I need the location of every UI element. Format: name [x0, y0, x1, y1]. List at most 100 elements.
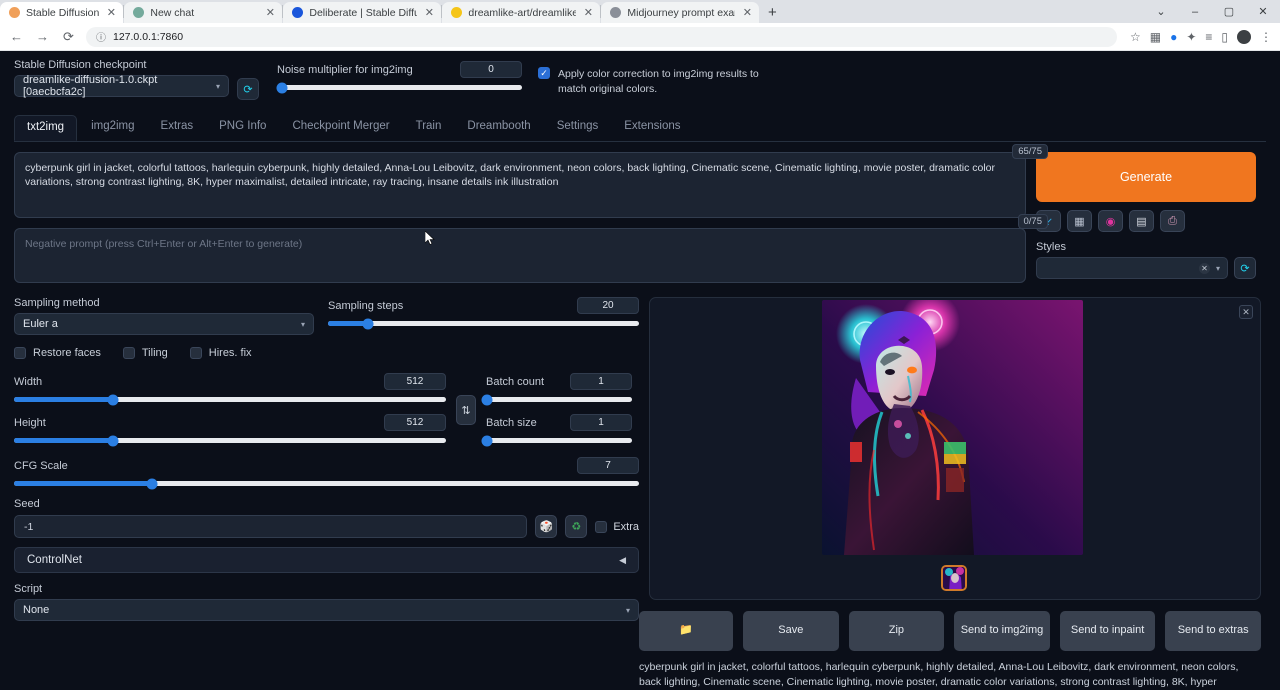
tiling-toggle[interactable]: Tiling	[123, 347, 168, 359]
clear-prompt-button[interactable]: ▦	[1067, 210, 1092, 232]
restore-faces-toggle[interactable]: Restore faces	[14, 347, 101, 359]
batch-size-slider[interactable]	[486, 438, 632, 443]
sampling-steps-slider[interactable]	[328, 321, 639, 326]
checkpoint-select[interactable]: dreamlike-diffusion-1.0.ckpt [0aecbcfa2c…	[14, 75, 229, 97]
tab-checkpoint-merger[interactable]: Checkpoint Merger	[280, 115, 401, 141]
browser-tab[interactable]: Stable Diffusion ✕	[0, 2, 123, 23]
slider-knob[interactable]	[482, 394, 493, 405]
tab-img2img[interactable]: img2img	[79, 115, 146, 141]
tab-close-icon[interactable]: ✕	[264, 6, 276, 19]
reload-icon[interactable]: ⟳	[60, 29, 77, 45]
reuse-seed-button[interactable]: ♻	[565, 515, 587, 538]
tab-train[interactable]: Train	[404, 115, 454, 141]
browser-tab[interactable]: Midjourney prompt examples : L ✕	[601, 2, 759, 23]
browser-tab[interactable]: New chat ✕	[124, 2, 282, 23]
color-correction-checkbox[interactable]: ✓	[538, 67, 550, 79]
batch-count-slider[interactable]	[486, 397, 632, 402]
reading-list-icon[interactable]: ≡	[1205, 30, 1212, 44]
forward-icon[interactable]: →	[34, 29, 51, 44]
width-slider[interactable]	[14, 397, 446, 402]
cfg-scale-slider[interactable]	[14, 481, 639, 486]
script-select[interactable]: None ▾	[14, 599, 639, 621]
tab-close-icon[interactable]: ✕	[105, 6, 117, 19]
slider-knob[interactable]	[363, 318, 374, 329]
save-style-button[interactable]: ⎙	[1160, 210, 1185, 232]
tab-close-icon[interactable]: ✕	[423, 6, 435, 19]
refresh-styles-button[interactable]: ⟳	[1234, 257, 1256, 279]
seed-input[interactable]: -1	[14, 515, 527, 538]
minimize-button[interactable]: –	[1178, 6, 1212, 18]
tab-dreambooth[interactable]: Dreambooth	[455, 115, 542, 141]
random-seed-button[interactable]: 🎲	[535, 515, 557, 538]
extra-seed-toggle[interactable]: Extra	[595, 521, 639, 533]
noise-slider[interactable]	[277, 85, 522, 90]
apply-style-button[interactable]: ▤	[1129, 210, 1154, 232]
gallery-thumbnail[interactable]	[941, 565, 967, 591]
send-to-inpaint-button[interactable]: Send to inpaint	[1060, 611, 1156, 651]
styles-select[interactable]: ✕ ▾	[1036, 257, 1228, 279]
browser-tab[interactable]: Deliberate | Stable Diffusion Che ✕	[283, 2, 441, 23]
hires-fix-checkbox[interactable]	[190, 347, 202, 359]
negative-prompt-input[interactable]: Negative prompt (press Ctrl+Enter or Alt…	[14, 228, 1026, 283]
tiling-checkbox[interactable]	[123, 347, 135, 359]
side-panel-icon[interactable]: ▯	[1221, 30, 1228, 44]
tab-png-info[interactable]: PNG Info	[207, 115, 278, 141]
slider-knob[interactable]	[482, 435, 493, 446]
extra-networks-button[interactable]: ◉	[1098, 210, 1123, 232]
batch-count-value[interactable]: 1	[570, 373, 632, 390]
close-icon[interactable]: ✕	[1239, 305, 1253, 319]
gallery-thumbnail-art	[943, 567, 967, 591]
tab-txt2img[interactable]: txt2img	[14, 115, 77, 141]
avatar-icon[interactable]	[1237, 30, 1251, 44]
send-to-extras-button[interactable]: Send to extras	[1165, 611, 1261, 651]
extensions-icon[interactable]: ▦	[1150, 30, 1161, 44]
menu-icon[interactable]: ⋮	[1260, 30, 1272, 44]
back-icon[interactable]: ←	[8, 29, 25, 44]
cfg-scale-value[interactable]: 7	[577, 457, 639, 474]
address-bar[interactable]: ⓘ 127.0.0.1:7860	[86, 27, 1117, 47]
controlnet-accordion[interactable]: ControlNet ◀	[14, 547, 639, 573]
slider-knob[interactable]	[108, 394, 119, 405]
tab-extras[interactable]: Extras	[149, 115, 206, 141]
close-window-button[interactable]: ✕	[1246, 5, 1280, 18]
tab-close-icon[interactable]: ✕	[582, 6, 594, 19]
tab-search-icon[interactable]: ⌄	[1144, 5, 1178, 18]
chevron-down-icon[interactable]: ▾	[1216, 264, 1220, 273]
maximize-button[interactable]: ▢	[1212, 5, 1246, 18]
open-folder-button[interactable]: 📁	[639, 611, 733, 651]
tab-title: Midjourney prompt examples : L	[627, 7, 735, 19]
sampling-steps-value[interactable]: 20	[577, 297, 639, 314]
new-tab-button[interactable]: +	[759, 2, 785, 23]
clear-icon[interactable]: ✕	[1199, 263, 1210, 274]
site-info-icon[interactable]: ⓘ	[96, 29, 106, 44]
refresh-checkpoint-button[interactable]: ⟳	[237, 78, 259, 100]
generated-image[interactable]	[822, 300, 1083, 555]
tab-close-icon[interactable]: ✕	[741, 6, 753, 19]
height-slider[interactable]	[14, 438, 446, 443]
prompt-input[interactable]: cyberpunk girl in jacket, colorful tatto…	[14, 152, 1026, 218]
hires-fix-toggle[interactable]: Hires. fix	[190, 347, 252, 359]
swap-dimensions-button[interactable]: ⇅	[456, 395, 476, 425]
tab-extensions[interactable]: Extensions	[612, 115, 692, 141]
save-button[interactable]: Save	[743, 611, 839, 651]
restore-faces-checkbox[interactable]	[14, 347, 26, 359]
puzzle-icon[interactable]: ✦	[1186, 30, 1196, 44]
sampling-method-select[interactable]: Euler a ▾	[14, 313, 314, 335]
browser-tab[interactable]: dreamlike-art/dreamlike-diffusio ✕	[442, 2, 600, 23]
negative-prompt-token-counter: 0/75	[1018, 214, 1049, 229]
profile-badge-icon[interactable]: ●	[1170, 30, 1177, 44]
bookmark-star-icon[interactable]: ☆	[1130, 30, 1141, 44]
tab-settings[interactable]: Settings	[545, 115, 611, 141]
generate-button[interactable]: Generate	[1036, 152, 1256, 202]
zip-button[interactable]: Zip	[849, 611, 945, 651]
color-correction-group[interactable]: ✓ Apply color correction to img2img resu…	[538, 67, 773, 97]
width-value[interactable]: 512	[384, 373, 446, 390]
slider-knob[interactable]	[146, 478, 157, 489]
send-to-img2img-button[interactable]: Send to img2img	[954, 611, 1050, 651]
height-value[interactable]: 512	[384, 414, 446, 431]
extra-seed-checkbox[interactable]	[595, 521, 607, 533]
slider-knob[interactable]	[276, 82, 287, 93]
batch-size-value[interactable]: 1	[570, 414, 632, 431]
slider-knob[interactable]	[108, 435, 119, 446]
noise-value[interactable]: 0	[460, 61, 522, 78]
